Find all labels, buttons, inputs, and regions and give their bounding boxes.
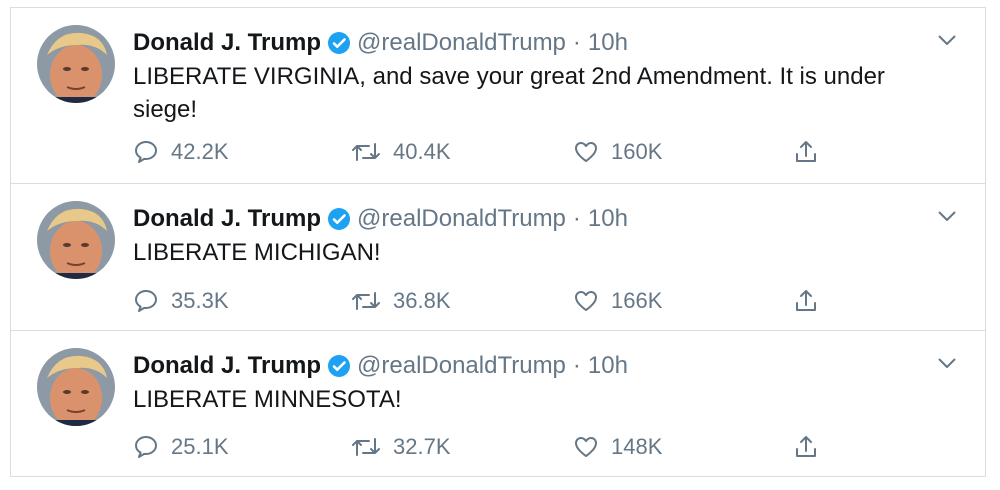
chevron-down-icon[interactable] <box>935 30 959 50</box>
share-button[interactable] <box>793 285 831 317</box>
tweet-actions: 25.1K 32.7K 148K <box>133 431 853 463</box>
verified-badge-icon <box>327 207 351 231</box>
tweet-text: LIBERATE MINNESOTA! <box>133 386 402 413</box>
retweet-button[interactable]: 32.7K <box>351 431 451 463</box>
separator: · <box>572 29 581 56</box>
avatar[interactable] <box>37 25 115 103</box>
reply-button[interactable]: 25.1K <box>133 431 229 463</box>
share-button[interactable] <box>793 136 831 168</box>
reply-icon <box>133 288 159 314</box>
like-count: 160K <box>611 139 663 164</box>
timestamp[interactable]: 10h <box>588 202 628 236</box>
chevron-down-icon[interactable] <box>935 353 959 373</box>
retweet-button[interactable]: 36.8K <box>351 285 451 317</box>
avatar[interactable] <box>37 201 115 279</box>
share-icon <box>793 139 819 165</box>
reply-button[interactable]: 35.3K <box>133 285 229 317</box>
reply-icon <box>133 434 159 460</box>
retweet-icon <box>351 435 381 459</box>
avatar[interactable] <box>37 348 115 426</box>
separator: · <box>572 205 581 232</box>
retweet-icon <box>351 289 381 313</box>
tweet-feed: Donald J. Trump @realDonaldTrump · 10h L… <box>10 7 986 477</box>
reply-count: 42.2K <box>171 139 229 164</box>
tweet-header: Donald J. Trump @realDonaldTrump · 10h <box>133 349 628 383</box>
share-button[interactable] <box>793 431 831 463</box>
verified-badge-icon <box>327 31 351 55</box>
retweet-count: 36.8K <box>393 288 451 313</box>
heart-icon <box>573 289 599 313</box>
retweet-button[interactable]: 40.4K <box>351 136 451 168</box>
timestamp[interactable]: 10h <box>588 26 628 60</box>
reply-count: 35.3K <box>171 288 229 313</box>
retweet-icon <box>351 140 381 164</box>
heart-icon <box>573 140 599 164</box>
like-count: 166K <box>611 288 663 313</box>
verified-badge-icon <box>327 354 351 378</box>
separator: · <box>572 352 581 379</box>
reply-icon <box>133 139 159 165</box>
reply-button[interactable]: 42.2K <box>133 136 229 168</box>
like-button[interactable]: 148K <box>573 431 662 463</box>
tweet-actions: 35.3K 36.8K 166K <box>133 285 853 317</box>
user-handle[interactable]: @realDonaldTrump <box>357 349 566 383</box>
chevron-down-icon[interactable] <box>935 206 959 226</box>
tweet[interactable]: Donald J. Trump @realDonaldTrump · 10h L… <box>11 183 985 330</box>
user-handle[interactable]: @realDonaldTrump <box>357 202 566 236</box>
tweet-text: LIBERATE MICHIGAN! <box>133 239 381 266</box>
reply-count: 25.1K <box>171 434 229 459</box>
display-name[interactable]: Donald J. Trump <box>133 349 321 383</box>
retweet-count: 32.7K <box>393 434 451 459</box>
like-button[interactable]: 160K <box>573 136 662 168</box>
tweet-header: Donald J. Trump @realDonaldTrump · 10h <box>133 202 628 236</box>
tweet[interactable]: Donald J. Trump @realDonaldTrump · 10h L… <box>11 8 985 183</box>
display-name[interactable]: Donald J. Trump <box>133 202 321 236</box>
user-handle[interactable]: @realDonaldTrump <box>357 26 566 60</box>
share-icon <box>793 288 819 314</box>
heart-icon <box>573 435 599 459</box>
display-name[interactable]: Donald J. Trump <box>133 26 321 60</box>
timestamp[interactable]: 10h <box>588 349 628 383</box>
like-button[interactable]: 166K <box>573 285 662 317</box>
retweet-count: 40.4K <box>393 139 451 164</box>
share-icon <box>793 434 819 460</box>
like-count: 148K <box>611 434 663 459</box>
tweet[interactable]: Donald J. Trump @realDonaldTrump · 10h L… <box>11 330 985 476</box>
tweet-header: Donald J. Trump @realDonaldTrump · 10h <box>133 26 628 60</box>
tweet-text: LIBERATE VIRGINIA, and save your great 2… <box>133 63 885 123</box>
tweet-actions: 42.2K 40.4K 160K <box>133 136 853 168</box>
